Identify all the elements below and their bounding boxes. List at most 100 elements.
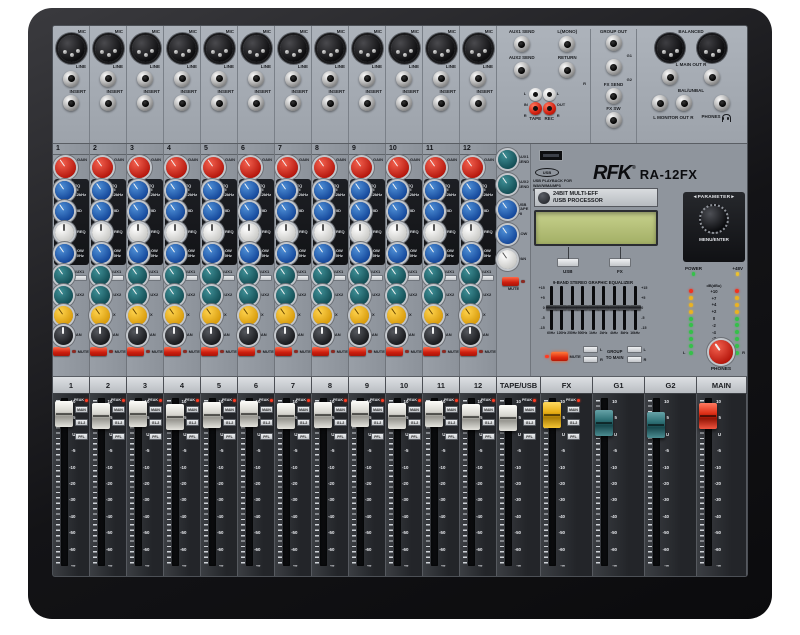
fx-send-knob[interactable] — [202, 306, 221, 325]
assign-g12-button[interactable]: G1-2 — [260, 419, 273, 426]
pfl-button[interactable]: PFL — [408, 433, 421, 440]
assign-main-button[interactable]: MAIN — [445, 406, 458, 413]
fx-send-knob[interactable] — [165, 306, 184, 325]
pan-knob[interactable] — [461, 326, 480, 345]
assign-main-button[interactable]: MAIN — [408, 406, 421, 413]
fx-send-knob[interactable] — [91, 306, 110, 325]
gain-knob[interactable] — [351, 157, 372, 178]
pfl-button[interactable]: PFL — [297, 433, 310, 440]
aux2-knob[interactable] — [313, 286, 332, 305]
assign-g12-button[interactable]: G1-2 — [223, 419, 236, 426]
fader-handle[interactable] — [595, 410, 613, 436]
geq-slider[interactable] — [550, 286, 553, 330]
pan-knob[interactable] — [387, 326, 406, 345]
pfl-button[interactable]: PFL — [371, 433, 384, 440]
assign-g12-button[interactable]: G1-2 — [567, 419, 580, 426]
eq-hi-knob[interactable] — [166, 181, 185, 200]
channel-mute-button[interactable] — [386, 347, 403, 356]
channel-mute-button[interactable] — [312, 347, 329, 356]
assign-main-button[interactable]: MAIN — [371, 406, 384, 413]
fader-handle[interactable] — [203, 402, 221, 428]
assign-main-button[interactable]: MAIN — [149, 406, 162, 413]
gain-knob[interactable] — [314, 157, 335, 178]
assign-g12-button[interactable]: G1-2 — [186, 419, 199, 426]
eq-hi-knob[interactable] — [55, 181, 74, 200]
eq-low-knob[interactable] — [129, 244, 148, 263]
fader-handle[interactable] — [55, 401, 73, 427]
aux2-knob[interactable] — [91, 286, 110, 305]
eq-mid-knob[interactable] — [55, 202, 74, 221]
channel-mute-button[interactable] — [238, 347, 255, 356]
geq-slider[interactable] — [602, 286, 605, 330]
assign-main-button[interactable]: MAIN — [567, 406, 580, 413]
fx-send-knob[interactable] — [128, 306, 147, 325]
assign-g12-button[interactable]: G1-2 — [149, 419, 162, 426]
geq-slider[interactable] — [613, 286, 616, 330]
eq-low-knob[interactable] — [388, 244, 407, 263]
eq-freq-knob[interactable] — [425, 223, 444, 242]
eq-freq-knob[interactable] — [240, 223, 259, 242]
pan-knob[interactable] — [276, 326, 295, 345]
eq-hi-knob[interactable] — [240, 181, 259, 200]
geq-slider[interactable] — [581, 286, 584, 330]
aux2-knob[interactable] — [350, 286, 369, 305]
g1-to-main-l-button[interactable] — [583, 346, 598, 353]
eq-hi-knob[interactable] — [462, 181, 481, 200]
eq-mid-knob[interactable] — [203, 202, 222, 221]
fx-send-knob[interactable] — [461, 306, 480, 325]
tape-strip-knob[interactable] — [498, 150, 517, 169]
pan-knob[interactable] — [239, 326, 258, 345]
eq-mid-knob[interactable] — [277, 202, 296, 221]
eq-hi-knob[interactable] — [425, 181, 444, 200]
fx-send-knob[interactable] — [54, 306, 73, 325]
assign-g12-button[interactable]: G1-2 — [75, 419, 88, 426]
eq-mid-knob[interactable] — [166, 202, 185, 221]
aux1-knob[interactable] — [165, 266, 184, 285]
channel-mute-button[interactable] — [275, 347, 292, 356]
eq-hi-knob[interactable] — [129, 181, 148, 200]
fader-handle[interactable] — [499, 405, 517, 431]
channel-mute-button[interactable] — [164, 347, 181, 356]
fx-mode-button[interactable] — [609, 258, 631, 267]
gain-knob[interactable] — [277, 157, 298, 178]
aux1-knob[interactable] — [424, 266, 443, 285]
aux1-knob[interactable] — [313, 266, 332, 285]
gain-knob[interactable] — [129, 157, 150, 178]
fader-handle[interactable] — [462, 404, 480, 430]
eq-mid-knob[interactable] — [129, 202, 148, 221]
assign-main-button[interactable]: MAIN — [523, 406, 536, 413]
assign-g12-button[interactable]: G1-2 — [523, 419, 536, 426]
usb-mode-button[interactable] — [557, 258, 579, 267]
aux2-knob[interactable] — [54, 286, 73, 305]
pan-knob[interactable] — [350, 326, 369, 345]
eq-freq-knob[interactable] — [166, 223, 185, 242]
fader-handle[interactable] — [92, 403, 110, 429]
aux1-knob[interactable] — [54, 266, 73, 285]
geq-slider[interactable] — [592, 286, 595, 330]
aux2-knob[interactable] — [387, 286, 406, 305]
pfl-button[interactable]: PFL — [186, 433, 199, 440]
eq-freq-knob[interactable] — [277, 223, 296, 242]
eq-hi-knob[interactable] — [388, 181, 407, 200]
eq-hi-knob[interactable] — [92, 181, 111, 200]
pfl-button[interactable]: PFL — [445, 433, 458, 440]
fx-send-knob[interactable] — [387, 306, 406, 325]
fx-send-knob[interactable] — [424, 306, 443, 325]
pan-knob[interactable] — [165, 326, 184, 345]
eq-low-knob[interactable] — [92, 244, 111, 263]
aux2-knob[interactable] — [276, 286, 295, 305]
assign-main-button[interactable]: MAIN — [75, 406, 88, 413]
g1-to-main-r-button[interactable] — [583, 356, 598, 363]
eq-low-knob[interactable] — [55, 244, 74, 263]
eq-freq-knob[interactable] — [129, 223, 148, 242]
geq-slider[interactable] — [560, 286, 563, 330]
eq-mid-knob[interactable] — [388, 202, 407, 221]
tape-strip-knob[interactable] — [498, 175, 517, 194]
aux1-knob[interactable] — [276, 266, 295, 285]
fader-handle[interactable] — [166, 404, 184, 430]
channel-mute-button[interactable] — [423, 347, 440, 356]
eq-freq-knob[interactable] — [203, 223, 222, 242]
eq-freq-knob[interactable] — [92, 223, 111, 242]
gain-knob[interactable] — [462, 157, 483, 178]
pfl-button[interactable]: PFL — [75, 433, 88, 440]
